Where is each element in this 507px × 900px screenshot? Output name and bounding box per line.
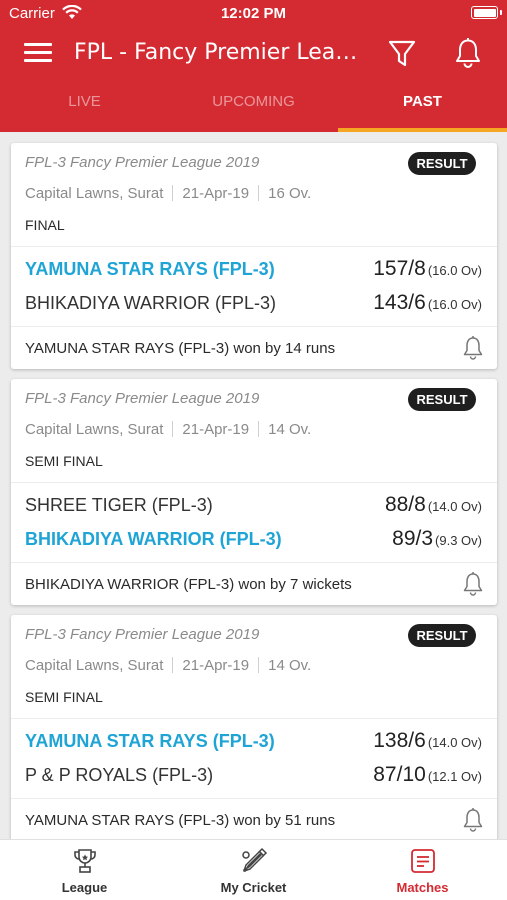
battery-icon bbox=[471, 6, 502, 19]
app-bar: FPL - Fancy Premier League bbox=[0, 28, 507, 80]
result-badge: RESULT bbox=[408, 388, 476, 411]
match-meta: Capital Lawns, Surat 21-Apr-19 14 Ov. bbox=[25, 657, 311, 674]
cricket-bat-icon bbox=[241, 847, 267, 873]
venue: Capital Lawns, Surat bbox=[25, 421, 164, 438]
notification-bell-icon[interactable] bbox=[453, 37, 483, 69]
team-1-runs: 157/8 bbox=[373, 257, 426, 280]
divider bbox=[172, 421, 174, 438]
match-date: 21-Apr-19 bbox=[182, 421, 250, 438]
nav-league-label: League bbox=[61, 880, 108, 895]
venue: Capital Lawns, Surat bbox=[25, 185, 164, 202]
match-meta: Capital Lawns, Surat 21-Apr-19 16 Ov. bbox=[25, 185, 311, 202]
match-overs: 16 Ov. bbox=[268, 185, 312, 202]
divider bbox=[172, 657, 174, 674]
team-1-score: 157/8 (16.0 Ov) bbox=[373, 257, 482, 281]
team-1-overs: (16.0 Ov) bbox=[427, 263, 482, 278]
tab-live[interactable]: LIVE bbox=[0, 80, 169, 132]
menu-button[interactable] bbox=[22, 40, 54, 66]
match-overs: 14 Ov. bbox=[268, 657, 312, 674]
team-2-overs: (12.1 Ov) bbox=[427, 769, 482, 784]
match-list[interactable]: FPL-3 Fancy Premier League 2019 RESULT C… bbox=[0, 132, 507, 839]
team-1-score: 138/6 (14.0 Ov) bbox=[373, 729, 482, 753]
match-date: 21-Apr-19 bbox=[182, 657, 250, 674]
team-1-overs: (14.0 Ov) bbox=[427, 735, 482, 750]
trophy-icon bbox=[73, 849, 96, 873]
divider bbox=[11, 718, 497, 719]
bell-icon[interactable] bbox=[461, 571, 485, 597]
team-1-name: YAMUNA STAR RAYS (FPL-3) bbox=[25, 731, 275, 751]
app-header: Carrier 12:02 PM FPL - Fancy Premier Lea… bbox=[0, 0, 507, 132]
nav-league[interactable]: League bbox=[0, 840, 169, 900]
result-badge: RESULT bbox=[408, 624, 476, 647]
team-2-runs: 89/3 bbox=[392, 527, 434, 550]
divider bbox=[172, 185, 174, 202]
nav-my-cricket-label: My Cricket bbox=[220, 880, 287, 895]
divider bbox=[11, 562, 497, 563]
match-result: BHIKADIYA WARRIOR (FPL-3) won by 7 wicke… bbox=[25, 576, 352, 593]
team-2-score: 143/6 (16.0 Ov) bbox=[373, 291, 482, 315]
match-result: YAMUNA STAR RAYS (FPL-3) won by 51 runs bbox=[25, 812, 336, 829]
team-2-name: P & P ROYALS (FPL-3) bbox=[25, 765, 214, 785]
match-round: SEMI FINAL bbox=[25, 453, 103, 469]
app-title: FPL - Fancy Premier League bbox=[74, 40, 364, 65]
divider bbox=[11, 326, 497, 327]
team-2-runs: 143/6 bbox=[373, 291, 426, 314]
match-card[interactable]: FPL-3 Fancy Premier League 2019 RESULT C… bbox=[11, 379, 497, 605]
match-result: YAMUNA STAR RAYS (FPL-3) won by 14 runs bbox=[25, 340, 336, 357]
team-2-overs: (9.3 Ov) bbox=[435, 533, 482, 548]
status-bar: Carrier 12:02 PM bbox=[0, 0, 507, 28]
match-round: SEMI FINAL bbox=[25, 689, 103, 705]
divider bbox=[11, 482, 497, 483]
league-name: FPL-3 Fancy Premier League 2019 bbox=[25, 390, 260, 407]
team-2-score: 89/3 (9.3 Ov) bbox=[392, 527, 482, 551]
nav-my-cricket[interactable]: My Cricket bbox=[169, 840, 338, 900]
team-2-runs: 87/10 bbox=[373, 763, 426, 786]
match-meta: Capital Lawns, Surat 21-Apr-19 14 Ov. bbox=[25, 421, 311, 438]
match-overs: 14 Ov. bbox=[268, 421, 312, 438]
divider bbox=[258, 657, 260, 674]
league-name: FPL-3 Fancy Premier League 2019 bbox=[25, 626, 260, 643]
divider bbox=[258, 421, 260, 438]
bell-icon[interactable] bbox=[461, 335, 485, 361]
filter-icon[interactable] bbox=[387, 37, 417, 69]
team-1-name: SHREE TIGER (FPL-3) bbox=[25, 495, 213, 515]
team-1-name: YAMUNA STAR RAYS (FPL-3) bbox=[25, 259, 275, 279]
tab-upcoming[interactable]: UPCOMING bbox=[169, 80, 338, 132]
venue: Capital Lawns, Surat bbox=[25, 657, 164, 674]
divider bbox=[11, 798, 497, 799]
match-date: 21-Apr-19 bbox=[182, 185, 250, 202]
match-round: FINAL bbox=[25, 217, 65, 233]
match-card[interactable]: FPL-3 Fancy Premier League 2019 RESULT C… bbox=[11, 615, 497, 839]
team-2-name: BHIKADIYA WARRIOR (FPL-3) bbox=[25, 293, 277, 313]
nav-matches-label: Matches bbox=[396, 880, 449, 895]
match-tabs: LIVE UPCOMING PAST bbox=[0, 80, 507, 132]
team-1-runs: 138/6 bbox=[373, 729, 426, 752]
bottom-navigation: League My Cricket Matches bbox=[0, 839, 507, 900]
team-1-overs: (14.0 Ov) bbox=[427, 499, 482, 514]
league-name: FPL-3 Fancy Premier League 2019 bbox=[25, 154, 260, 171]
team-2-overs: (16.0 Ov) bbox=[427, 297, 482, 312]
bell-icon[interactable] bbox=[461, 807, 485, 833]
team-1-score: 88/8 (14.0 Ov) bbox=[385, 493, 482, 517]
divider bbox=[11, 246, 497, 247]
matches-list-icon bbox=[410, 849, 435, 873]
nav-matches[interactable]: Matches bbox=[338, 840, 507, 900]
team-2-name: BHIKADIYA WARRIOR (FPL-3) bbox=[25, 529, 282, 549]
status-time: 12:02 PM bbox=[220, 5, 287, 22]
team-1-runs: 88/8 bbox=[384, 493, 426, 516]
tab-past[interactable]: PAST bbox=[338, 80, 507, 132]
match-card[interactable]: FPL-3 Fancy Premier League 2019 RESULT C… bbox=[11, 143, 497, 369]
team-2-score: 87/10 (12.1 Ov) bbox=[373, 763, 482, 787]
result-badge: RESULT bbox=[408, 152, 476, 175]
divider bbox=[258, 185, 260, 202]
